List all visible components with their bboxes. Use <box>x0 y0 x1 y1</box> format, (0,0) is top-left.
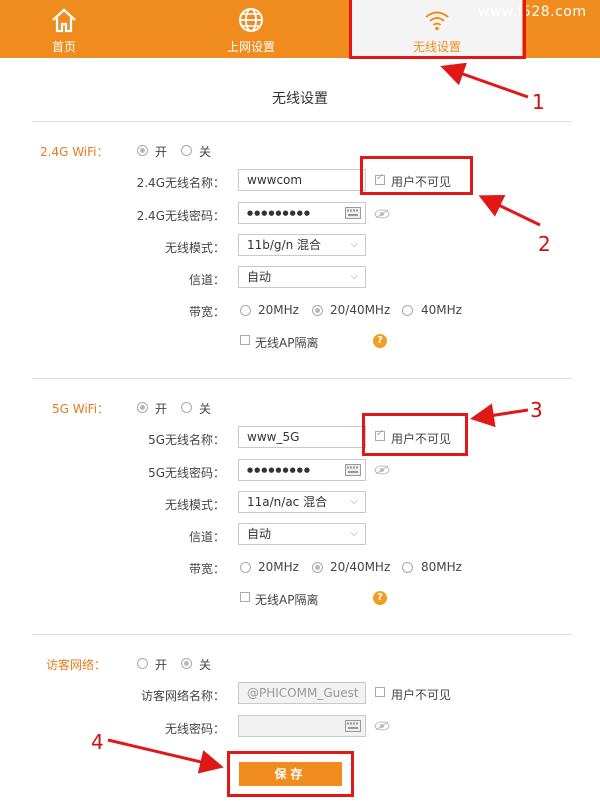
wifi5-bw-20-text: 20MHz <box>258 560 299 574</box>
annotation-number-2: 2 <box>538 232 551 256</box>
eye-hidden-icon[interactable] <box>374 209 390 219</box>
guest-label: 访客网络： <box>46 658 107 672</box>
wifi5-mode-label: 无线模式： <box>164 498 225 512</box>
wifi24-bw-label: 带宽： <box>188 305 225 319</box>
guest-on-radio[interactable] <box>137 658 148 669</box>
arrow-3 <box>470 403 529 428</box>
wifi24-name-input[interactable]: wwwcom <box>238 169 366 191</box>
wifi24-off-text: 关 <box>199 145 212 159</box>
divider <box>32 378 572 379</box>
wifi5-pwd-label: 5G无线密码： <box>148 466 225 480</box>
wifi24-pwd-label: 2.4G无线密码： <box>136 209 225 223</box>
wifi24-off-radio[interactable] <box>181 145 192 156</box>
nav-home-label: 首页 <box>51 40 76 54</box>
globe-icon <box>239 8 263 32</box>
annotation-number-4: 4 <box>91 730 104 754</box>
guest-name-input[interactable]: @PHICOMM_Guest <box>238 682 366 704</box>
keyboard-icon[interactable] <box>345 464 361 476</box>
wifi5-on-radio[interactable] <box>137 402 148 413</box>
guest-off-text: 关 <box>199 658 212 672</box>
keyboard-icon[interactable] <box>345 720 361 732</box>
nav-internet[interactable]: 上网设置 <box>195 0 307 58</box>
wifi5-name-label: 5G无线名称： <box>148 433 225 447</box>
wifi24-bw-40-radio[interactable] <box>402 305 413 316</box>
eye-hidden-icon[interactable] <box>374 721 390 731</box>
wifi5-bw-20-radio[interactable] <box>240 562 251 573</box>
annotation-box-2 <box>360 156 473 195</box>
wifi5-ap-iso-checkbox[interactable] <box>240 592 250 602</box>
wifi24-label: 2.4G WiFi： <box>40 145 109 159</box>
chevron-down-icon: ⌵ <box>350 528 358 539</box>
arrow-2 <box>478 195 541 227</box>
wifi5-name-input[interactable]: www_5G <box>238 426 366 448</box>
guest-pwd-input[interactable] <box>238 715 366 737</box>
wifi24-mode-label: 无线模式： <box>164 241 225 255</box>
wifi24-pwd-value: ●●●●●●●●● <box>247 209 311 217</box>
wifi5-bw-80-radio[interactable] <box>402 562 413 573</box>
wifi24-bw-2040-text: 20/40MHz <box>330 303 391 317</box>
chevron-down-icon: ⌵ <box>350 271 358 282</box>
wifi5-off-text: 关 <box>199 402 212 416</box>
guest-name-label: 访客网络名称： <box>140 689 225 703</box>
wifi5-bw-label: 带宽： <box>188 562 225 576</box>
home-icon <box>52 8 76 33</box>
guest-hidden-checkbox[interactable] <box>375 687 385 697</box>
chevron-down-icon: ⌵ <box>350 496 358 507</box>
wifi24-bw-2040-radio[interactable] <box>312 305 323 316</box>
page-title: 无线设置 <box>272 91 328 107</box>
nav-home[interactable]: 首页 <box>20 0 108 58</box>
wifi5-channel-label: 信道： <box>188 530 225 544</box>
wifi24-ap-iso-text: 无线AP隔离 <box>255 336 319 350</box>
wifi5-mode-select[interactable]: 11a/n/ac 混合 ⌵ <box>238 491 366 513</box>
wifi24-mode-value: 11b/g/n 混合 <box>247 238 322 252</box>
wifi24-mode-select[interactable]: 11b/g/n 混合 ⌵ <box>238 234 366 256</box>
wifi5-channel-select[interactable]: 自动 ⌵ <box>238 523 366 545</box>
wifi24-ap-iso-checkbox[interactable] <box>240 335 250 345</box>
help-icon[interactable]: ? <box>373 334 387 348</box>
wifi5-bw-2040-radio[interactable] <box>312 562 323 573</box>
annotation-box-3 <box>362 413 468 456</box>
wifi5-mode-value: 11a/n/ac 混合 <box>247 495 328 509</box>
chevron-down-icon: ⌵ <box>350 239 358 250</box>
nav-internet-label: 上网设置 <box>226 40 275 54</box>
wifi24-bw-20-radio[interactable] <box>240 305 251 316</box>
wifi5-on-text: 开 <box>155 402 168 416</box>
wifi24-channel-value: 自动 <box>247 270 272 284</box>
help-icon[interactable]: ? <box>373 591 387 605</box>
guest-on-text: 开 <box>155 658 168 672</box>
wifi5-ap-iso-text: 无线AP隔离 <box>255 593 319 607</box>
wifi24-bw-40-text: 40MHz <box>421 303 462 317</box>
wifi24-on-text: 开 <box>155 145 168 159</box>
guest-off-radio[interactable] <box>181 658 192 669</box>
annotation-number-3: 3 <box>530 398 543 422</box>
wifi24-on-radio[interactable] <box>137 145 148 156</box>
wifi24-name-label: 2.4G无线名称： <box>136 176 225 190</box>
wifi24-bw-20-text: 20MHz <box>258 303 299 317</box>
guest-pwd-label: 无线密码： <box>164 722 225 736</box>
wifi5-label: 5G WiFi： <box>52 402 110 416</box>
guest-hidden-text: 用户不可见 <box>391 688 452 702</box>
annotation-box-4 <box>227 751 354 797</box>
arrow-4 <box>107 738 224 774</box>
divider <box>32 121 572 122</box>
wifi24-pwd-input[interactable]: ●●●●●●●●● <box>238 202 366 224</box>
wifi24-channel-select[interactable]: 自动 ⌵ <box>238 266 366 288</box>
annotation-box-1 <box>349 0 526 59</box>
eye-hidden-icon[interactable] <box>374 465 390 475</box>
wifi5-pwd-value: ●●●●●●●●● <box>247 466 311 474</box>
keyboard-icon[interactable] <box>345 207 361 219</box>
wifi5-bw-80-text: 80MHz <box>421 560 462 574</box>
wifi5-bw-2040-text: 20/40MHz <box>330 560 391 574</box>
wifi5-off-radio[interactable] <box>181 402 192 413</box>
annotation-number-1: 1 <box>532 90 545 114</box>
divider <box>32 634 572 635</box>
wifi5-pwd-input[interactable]: ●●●●●●●●● <box>238 459 366 481</box>
wifi5-channel-value: 自动 <box>247 527 272 541</box>
wifi24-channel-label: 信道： <box>188 273 225 287</box>
